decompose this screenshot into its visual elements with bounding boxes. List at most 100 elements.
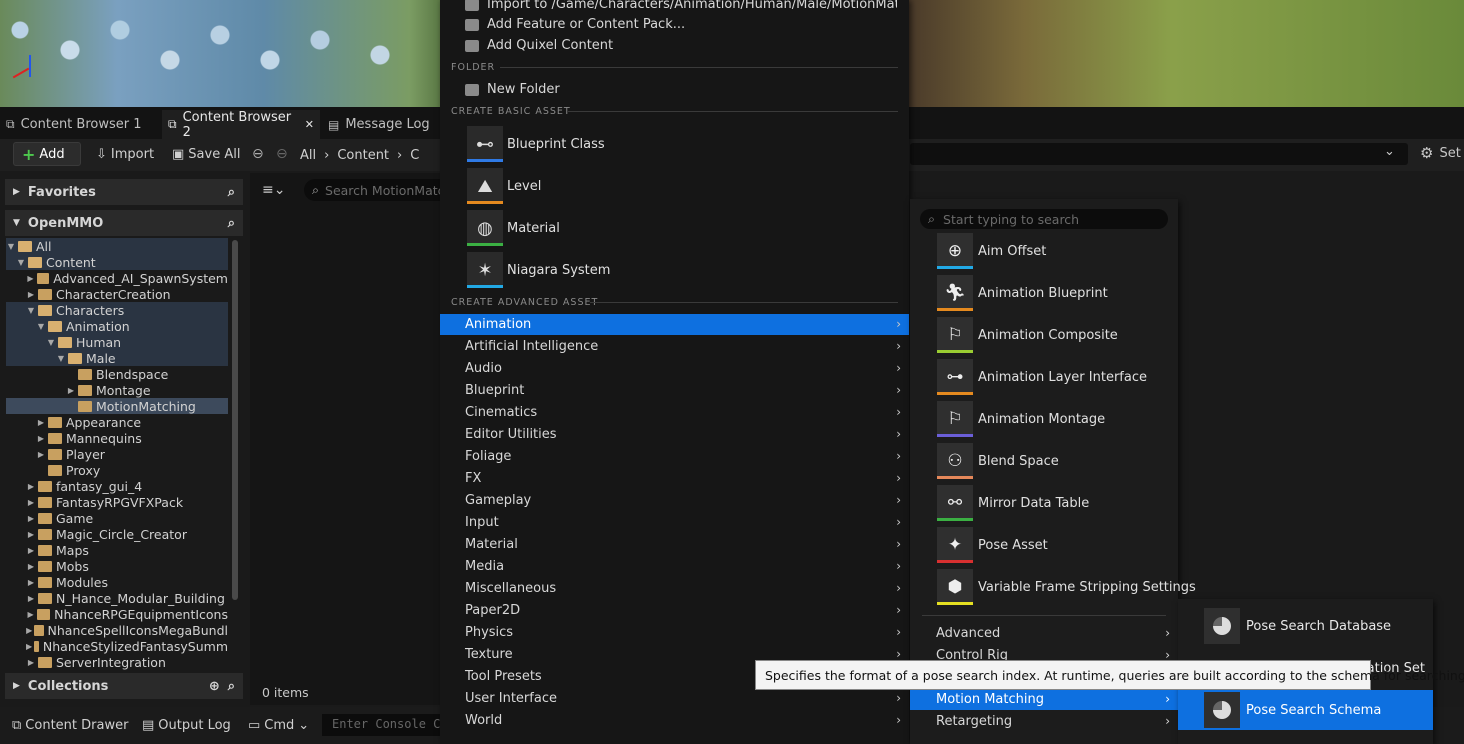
close-icon[interactable]: ✕ [305, 118, 314, 131]
tree-item[interactable]: ▶ Mobs [6, 558, 228, 574]
submenu-animation-layer-interface[interactable]: ⊶ Animation Layer Interface [937, 358, 1147, 396]
tree-item[interactable]: ▼ All [6, 238, 228, 254]
tab-message-log[interactable]: ▤ Message Log [322, 110, 440, 139]
breadcrumb-all[interactable]: All [300, 148, 316, 163]
breadcrumb-content[interactable]: Content [337, 148, 389, 163]
tree-item[interactable]: ▶ Advanced_AI_SpawnSystem [6, 270, 228, 286]
tree-item[interactable]: ▶ ServerIntegration [6, 654, 228, 670]
menu-cat-input[interactable]: Input › [440, 512, 909, 533]
tree-item[interactable]: ▶ Magic_Circle_Creator [6, 526, 228, 542]
menu-add-feature[interactable]: Add Feature or Content Pack... [440, 14, 909, 35]
chevron-right-icon: › [1165, 714, 1170, 728]
submenu-aim-offset[interactable]: ⊕ Aim Offset [937, 232, 1046, 270]
tree-item[interactable]: ▼ Characters [6, 302, 228, 318]
menu-cat-material[interactable]: Material › [440, 534, 909, 555]
collections-header[interactable]: ▶ Collections ⊕ ⌕ [5, 673, 243, 699]
filter-icon[interactable]: ≡⌄ [262, 182, 285, 198]
menu-cat-cinematics[interactable]: Cinematics › [440, 402, 909, 423]
tree-item-selected[interactable]: MotionMatching [6, 398, 228, 414]
menu-material[interactable]: ◍ Material [467, 209, 560, 247]
tree-item[interactable]: ▶ Appearance [6, 414, 228, 430]
tree-item[interactable]: ▶ CharacterCreation [6, 286, 228, 302]
menu-blueprint-class[interactable]: ⊷ Blueprint Class [467, 125, 605, 163]
tree-item[interactable]: ▶ Maps [6, 542, 228, 558]
submenu-animation-montage[interactable]: ⚐ Animation Montage [937, 400, 1105, 438]
menu-cat-editor-utilities[interactable]: Editor Utilities › [440, 424, 909, 445]
breadcrumb-truncated[interactable]: C [410, 148, 419, 163]
submenu-blend-space[interactable]: ⚇ Blend Space [937, 442, 1059, 480]
submenu-animation-composite[interactable]: ⚐ Animation Composite [937, 316, 1118, 354]
search-icon[interactable]: ⌕ [228, 216, 235, 231]
tree-item[interactable]: Blendspace [6, 366, 228, 382]
import-button[interactable]: ⇩ Import [88, 142, 162, 166]
menu-import[interactable]: Import to /Game/Characters/Animation/Hum… [440, 0, 909, 15]
menu-cat-fx[interactable]: FX › [440, 468, 909, 489]
submenu-animation-blueprint[interactable]: 🏃︎ Animation Blueprint [937, 274, 1108, 312]
tree-item[interactable]: Proxy [6, 462, 228, 478]
chevron-down-icon[interactable]: ⌄ [1384, 144, 1395, 159]
menu-cat-audio[interactable]: Audio › [440, 358, 909, 379]
tree-item[interactable]: ▼ Content [6, 254, 228, 270]
add-button[interactable]: + Add [13, 142, 81, 166]
tree-item[interactable]: ▶ Player [6, 446, 228, 462]
add-collection-icon[interactable]: ⊕ [209, 679, 220, 694]
tree-item[interactable]: ▶ Mannequins [6, 430, 228, 446]
menu-add-quixel[interactable]: Add Quixel Content [440, 35, 909, 56]
search-icon[interactable]: ⌕ [228, 185, 235, 200]
menu-cat-user-interface[interactable]: User Interface › [440, 688, 909, 709]
back-arrow-icon[interactable]: ⊖ [252, 146, 264, 162]
tree-scrollbar[interactable] [232, 240, 238, 600]
tree-item-label: FantasyRPGVFXPack [56, 494, 184, 510]
submenu-cat-retargeting[interactable]: Retargeting › [910, 710, 1178, 732]
output-log-button[interactable]: ▤ Output Log [134, 713, 239, 737]
tree-item[interactable]: ▼ Male [6, 350, 228, 366]
menu-cat-physics[interactable]: Physics › [440, 622, 909, 643]
menu-level[interactable]: ⛰ Level [467, 167, 541, 205]
submenu-cat-advanced[interactable]: Advanced › [910, 622, 1178, 644]
settings-button[interactable]: ⚙ Set [1420, 144, 1461, 162]
menu-cat-gameplay[interactable]: Gameplay › [440, 490, 909, 511]
tree-item[interactable]: ▶ Game [6, 510, 228, 526]
menu-cat-miscellaneous[interactable]: Miscellaneous › [440, 578, 909, 599]
tree-item[interactable]: ▶ NhanceStylizedFantasySumm [6, 638, 228, 654]
tree-item[interactable]: ▼ Animation [6, 318, 228, 334]
submenu-mirror-data-table[interactable]: ⚯ Mirror Data Table [937, 484, 1089, 522]
menu-niagara-system[interactable]: ✶ Niagara System [467, 251, 610, 289]
tab-content-browser-1[interactable]: ⧉ Content Browser 1 [0, 110, 160, 139]
tree-item[interactable]: ▶ NhanceSpellIconsMegaBundl [6, 622, 228, 638]
menu-cat-paper2d[interactable]: Paper2D › [440, 600, 909, 621]
forward-arrow-icon[interactable]: ⊖ [276, 146, 288, 162]
tree-item[interactable]: ▶ NhanceRPGEquipmentIcons [6, 606, 228, 622]
submenu-pose-search-database[interactable]: Pose Search Database [1178, 606, 1433, 646]
tree-item[interactable]: ▶ fantasy_gui_4 [6, 478, 228, 494]
menu-new-folder[interactable]: New Folder [440, 79, 909, 100]
tree-item[interactable]: ▶ N_Hance_Modular_Building [6, 590, 228, 606]
submenu-pose-search-schema[interactable]: Pose Search Schema [1178, 690, 1433, 730]
favorites-header[interactable]: ▶ Favorites ⌕ [5, 179, 243, 205]
content-drawer-button[interactable]: ⧉ Content Drawer [4, 713, 136, 737]
submenu-search-input[interactable]: ⌕ Start typing to search [920, 209, 1168, 229]
submenu-pose-asset[interactable]: ✦ Pose Asset [937, 526, 1048, 564]
console-input[interactable]: Enter Console C [322, 714, 440, 736]
expand-arrow-icon: ▶ [27, 513, 35, 523]
search-icon[interactable]: ⌕ [228, 679, 235, 694]
tree-item[interactable]: ▶ Montage [6, 382, 228, 398]
tree-item[interactable]: ▼ Human [6, 334, 228, 350]
cmd-dropdown[interactable]: ▭ Cmd ⌄ [240, 713, 317, 737]
menu-cat-blueprint[interactable]: Blueprint › [440, 380, 909, 401]
submenu-variable-frame-stripping[interactable]: ⬢ Variable Frame Stripping Settings [937, 568, 1196, 606]
tree-item[interactable]: ▶ FantasyRPGVFXPack [6, 494, 228, 510]
menu-cat-world[interactable]: World › [440, 710, 909, 731]
save-all-button[interactable]: ▣ Save All [164, 142, 248, 166]
path-dropdown[interactable] [910, 143, 1408, 165]
submenu-cat-motion-matching[interactable]: Motion Matching › [910, 688, 1178, 710]
menu-cat-media[interactable]: Media › [440, 556, 909, 577]
project-header[interactable]: ▼ OpenMMO ⌕ [5, 210, 243, 236]
menu-cat-animation[interactable]: Animation › [440, 314, 909, 335]
menu-cat-foliage[interactable]: Foliage › [440, 446, 909, 467]
folder-icon [48, 416, 62, 428]
tab-content-browser-2[interactable]: ⧉ Content Browser 2 ✕ [162, 110, 320, 140]
asset-search-input[interactable]: ⌕ Search MotionMatc [304, 179, 440, 201]
menu-cat-ai[interactable]: Artificial Intelligence › [440, 336, 909, 357]
tree-item[interactable]: ▶ Modules [6, 574, 228, 590]
